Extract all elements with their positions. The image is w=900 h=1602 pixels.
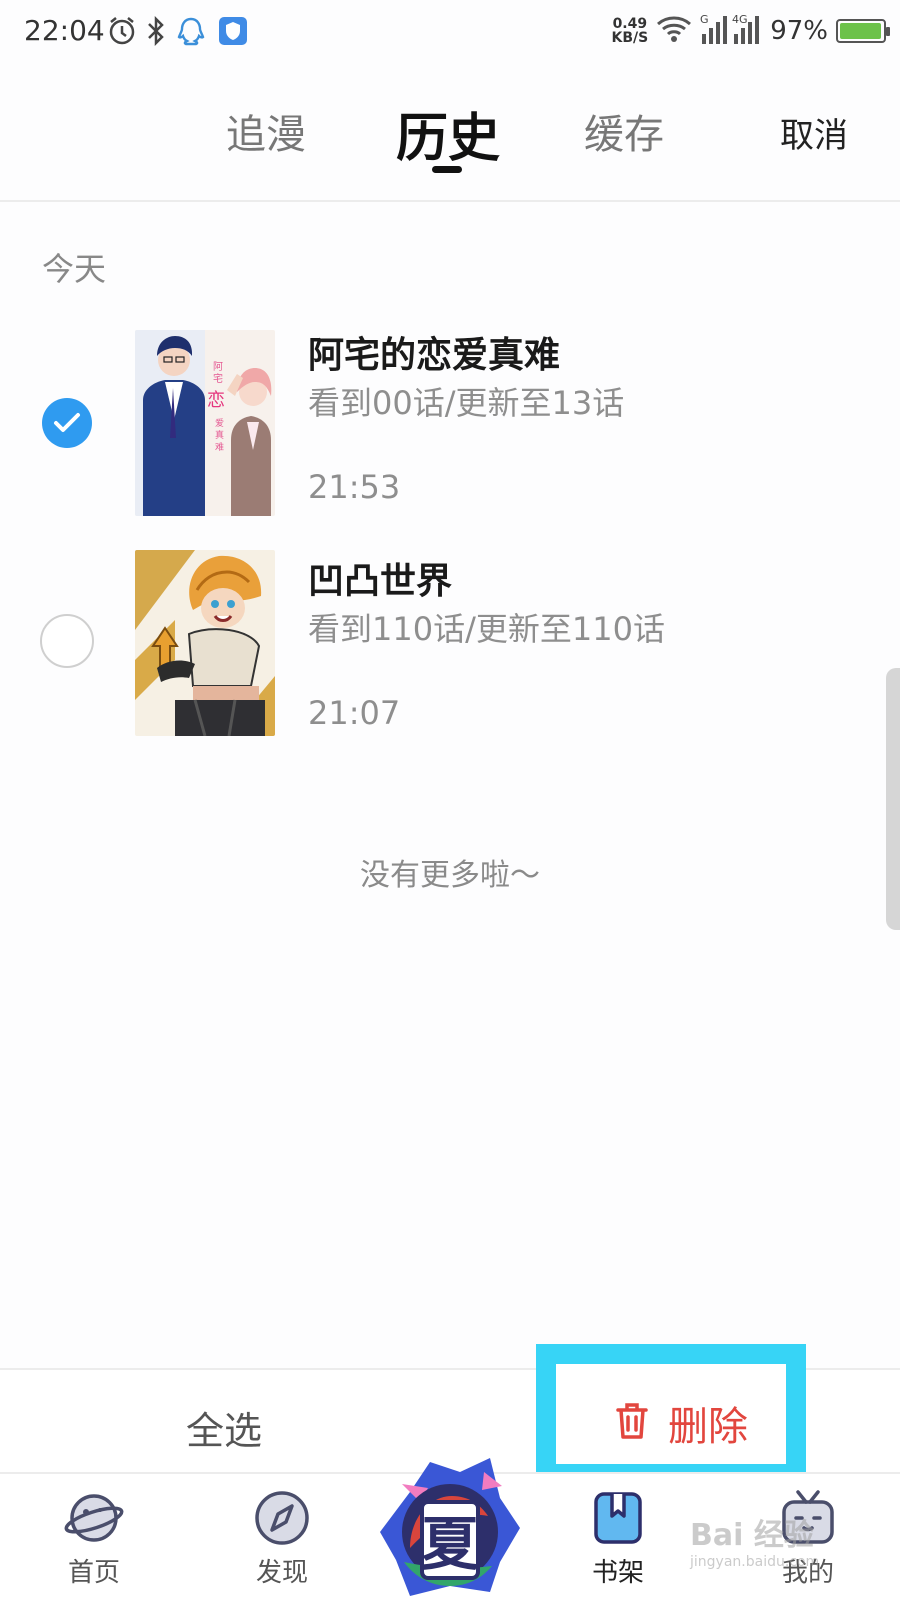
alarm-icon <box>108 16 136 50</box>
svg-text:真: 真 <box>215 429 224 441</box>
select-all-button[interactable]: 全选 <box>186 1400 262 1455</box>
svg-text:阿: 阿 <box>213 361 223 373</box>
svg-text:爱: 爱 <box>215 418 224 429</box>
network-speed: 0.49 KB/S <box>611 16 649 46</box>
svg-text:4G: 4G <box>732 13 748 26</box>
section-label-today: 今天 <box>42 250 107 288</box>
delete-label: 删除 <box>668 1404 748 1450</box>
item-title: 阿宅的恋爱真难 <box>308 335 561 376</box>
checkbox-unselected[interactable] <box>40 614 94 668</box>
bluetooth-icon <box>146 15 166 50</box>
compass-icon <box>252 1488 312 1548</box>
svg-text:G: G <box>700 13 709 26</box>
nav-label: 首页 <box>67 1558 120 1588</box>
qq-icon <box>176 16 206 52</box>
side-scroll-handle[interactable] <box>886 668 900 930</box>
delete-button[interactable]: 删除 <box>614 1394 748 1452</box>
trash-icon <box>614 1401 650 1445</box>
signal-icon: G 4G <box>700 12 762 50</box>
checkbox-selected[interactable] <box>42 398 92 448</box>
item-time: 21:07 <box>308 694 401 732</box>
item-time: 21:53 <box>308 468 401 506</box>
status-bar: 22:04 0.49 KB/S G 4G 97% <box>0 0 900 66</box>
nav-home[interactable]: 首页 <box>34 1488 154 1589</box>
wifi-icon <box>656 15 692 47</box>
delete-highlight-box: 删除 <box>536 1344 806 1484</box>
nav-discover[interactable]: 发现 <box>222 1488 342 1589</box>
battery-fill <box>840 23 881 39</box>
tab-following[interactable]: 追漫 <box>226 102 306 160</box>
comic-cover[interactable]: 阿 宅 恋 爱 真 难 <box>135 330 275 516</box>
item-progress: 看到110话/更新至110话 <box>308 610 665 648</box>
header: 追漫 历史 缓存 取消 <box>0 66 900 202</box>
battery-percent: 97% <box>770 16 828 46</box>
planet-icon <box>64 1488 124 1548</box>
tab-history[interactable]: 历史 <box>396 96 500 171</box>
battery-icon <box>836 19 890 43</box>
comic-cover[interactable] <box>135 550 275 736</box>
checkmark-icon <box>54 413 80 432</box>
item-progress: 看到00话/更新至13话 <box>308 384 625 422</box>
end-of-list-text: 没有更多啦～ <box>360 858 540 893</box>
svg-text:难: 难 <box>215 442 224 453</box>
cancel-button[interactable]: 取消 <box>780 108 848 157</box>
summer-badge-icon[interactable]: 夏 <box>380 1452 520 1598</box>
status-time: 22:04 <box>24 14 105 47</box>
svg-text:恋: 恋 <box>207 389 225 411</box>
svg-text:宅: 宅 <box>213 372 223 385</box>
list-item[interactable]: 阿 宅 恋 爱 真 难 阿宅的恋爱真难 看到00话/更新至13话 21:53 <box>0 320 900 516</box>
svg-text:夏: 夏 <box>421 1510 480 1578</box>
bookshelf-icon <box>588 1488 648 1548</box>
tab-indicator <box>432 166 462 173</box>
watermark: Bai 经验 jingyan.baidu.com <box>690 1518 820 1570</box>
nav-label: 发现 <box>255 1558 308 1588</box>
shield-icon <box>218 16 248 50</box>
list-item[interactable]: 凹凸世界 看到110话/更新至110话 21:07 <box>0 548 900 738</box>
tab-cache[interactable]: 缓存 <box>584 102 664 160</box>
item-title: 凹凸世界 <box>308 561 453 602</box>
nav-label: 书架 <box>591 1558 644 1588</box>
status-right: 0.49 KB/S G 4G 97% <box>611 12 890 50</box>
nav-bookshelf[interactable]: 书架 <box>558 1488 678 1589</box>
